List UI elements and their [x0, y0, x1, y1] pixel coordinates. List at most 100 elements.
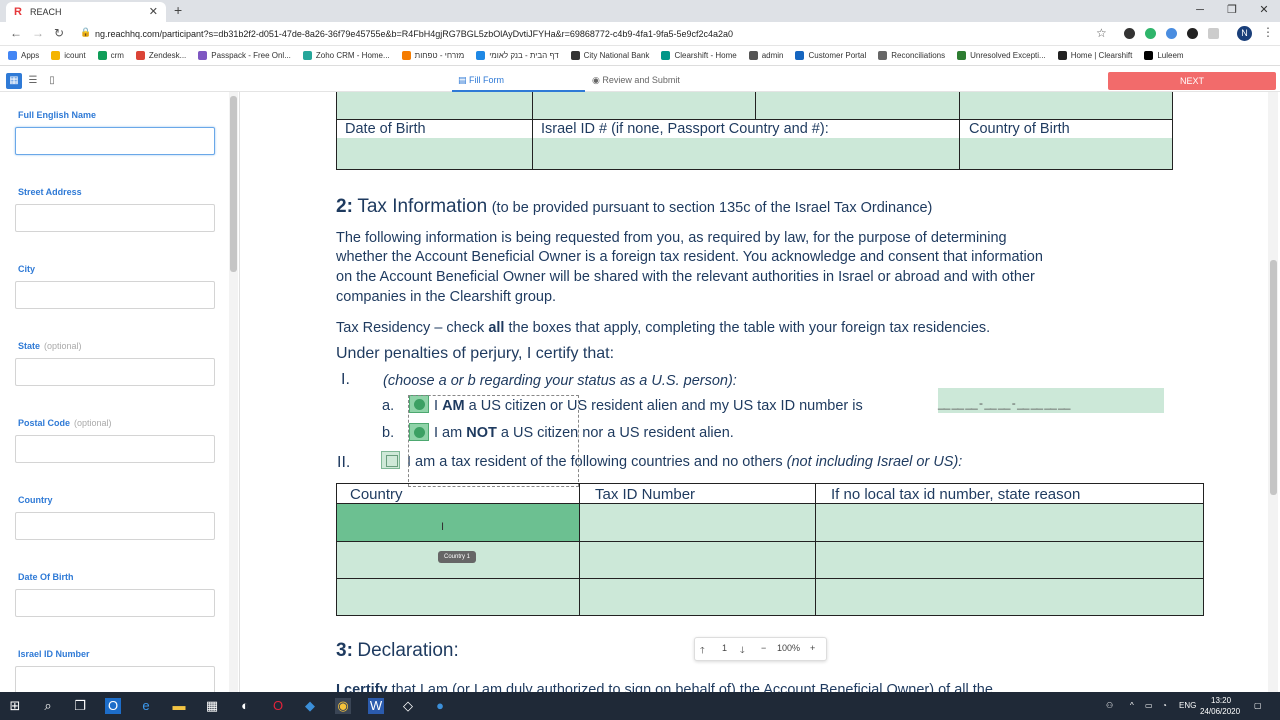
- windows-start-icon[interactable]: ⊞: [7, 698, 23, 714]
- browser-tab[interactable]: R REACH ✕: [6, 2, 166, 22]
- search-icon[interactable]: ⌕: [40, 698, 56, 714]
- bookmark-item[interactable]: Unresolved Excepti...: [957, 51, 1046, 60]
- bookmark-item[interactable]: crm: [97, 51, 124, 60]
- field-input[interactable]: [15, 358, 215, 386]
- tab-review-submit[interactable]: ◉ Review and Submit: [586, 70, 686, 92]
- bookmark-item[interactable]: Reconciliations: [878, 51, 945, 60]
- page-down-icon[interactable]: 🡓: [740, 643, 745, 659]
- window-close-icon[interactable]: ✕: [1248, 0, 1280, 22]
- tab-close-icon[interactable]: ✕: [149, 5, 158, 18]
- zoom-app-icon[interactable]: ●: [432, 698, 448, 714]
- forward-icon[interactable]: →: [32, 26, 44, 40]
- zoom-out-icon[interactable]: −: [761, 643, 766, 653]
- app-icon[interactable]: ◇: [400, 698, 416, 714]
- reload-icon[interactable]: ↻: [54, 26, 64, 40]
- bookmark-favicon-icon: [795, 51, 805, 60]
- field-label-text: State: [18, 341, 41, 351]
- bookmark-item[interactable]: icount: [51, 51, 86, 60]
- field-label: State (optional): [18, 341, 82, 351]
- bookmark-favicon-icon: [748, 51, 758, 60]
- zoom-in-icon[interactable]: +: [810, 643, 815, 653]
- lock-icon[interactable]: 🔒: [80, 27, 91, 38]
- back-icon[interactable]: ←: [10, 26, 22, 40]
- bookmark-item[interactable]: Luleem: [1144, 51, 1184, 60]
- new-tab-icon[interactable]: +: [174, 2, 182, 18]
- tray-chevron-icon[interactable]: ^: [1130, 701, 1134, 710]
- extension-icon[interactable]: [1187, 28, 1198, 39]
- field-label-text: Date Of Birth: [18, 572, 74, 582]
- table-border: [336, 541, 1204, 542]
- tab-title: REACH: [30, 7, 62, 17]
- opera-icon[interactable]: O: [270, 698, 286, 714]
- bookmark-item[interactable]: Apps: [8, 51, 39, 60]
- bookmark-star-icon[interactable]: ☆: [1096, 26, 1107, 40]
- next-button[interactable]: NEXT: [1108, 72, 1276, 90]
- sidebar-scroll-thumb[interactable]: [230, 96, 237, 272]
- dob-row-fill[interactable]: [336, 138, 1173, 169]
- language-indicator[interactable]: ENG: [1179, 701, 1196, 710]
- section-title: Tax Information: [357, 196, 488, 217]
- para-line: whether the Account Beneficial Owner is …: [336, 249, 1043, 265]
- url-field[interactable]: ng.reachhq.com/participant?s=db31b2f2-d0…: [95, 25, 1130, 43]
- chrome-icon[interactable]: ◉: [335, 698, 351, 714]
- minimize-icon[interactable]: ─: [1184, 0, 1216, 22]
- bookmark-item[interactable]: admin: [748, 51, 783, 60]
- document-view-icon[interactable]: ▯: [44, 73, 60, 89]
- field-input[interactable]: [15, 666, 215, 694]
- bookmark-item[interactable]: מזרחי - טפחות: [401, 51, 465, 60]
- split-view-icon[interactable]: ▦: [6, 73, 22, 89]
- browser-menu-icon[interactable]: ⋮: [1262, 25, 1274, 39]
- calculator-icon[interactable]: ▦: [204, 698, 220, 714]
- field-input[interactable]: [15, 589, 215, 617]
- clock-time[interactable]: 13:20: [1211, 696, 1231, 705]
- network-icon[interactable]: ◔: [1162, 701, 1167, 710]
- bookmark-item[interactable]: Clearshift - Home: [661, 51, 737, 60]
- field-input[interactable]: [15, 281, 215, 309]
- word-icon[interactable]: W: [368, 698, 384, 714]
- app-icon[interactable]: ◐: [237, 698, 253, 714]
- bookmark-favicon-icon: [878, 51, 888, 60]
- document-scroll-thumb[interactable]: [1270, 260, 1277, 495]
- tab-fill-form-label: Fill Form: [469, 75, 505, 85]
- restore-icon[interactable]: ❐: [1216, 0, 1248, 22]
- table-border: [336, 483, 1204, 484]
- para-line: on the Account Beneficial Owner will be …: [336, 269, 1035, 285]
- window-controls: ─ ❐ ✕: [1184, 0, 1280, 22]
- form-view-icon[interactable]: ☰: [25, 73, 41, 89]
- bookmark-item[interactable]: Passpack - Free Onl...: [198, 51, 291, 60]
- extension-icon[interactable]: [1166, 28, 1177, 39]
- bookmark-favicon-icon: [51, 51, 61, 60]
- field-input[interactable]: [15, 127, 215, 155]
- profile-avatar[interactable]: N: [1237, 26, 1252, 41]
- bookmark-label: מזרחי - טפחות: [414, 51, 465, 60]
- bookmark-item[interactable]: דף הבית - בנק לאומי: [476, 51, 559, 60]
- tab-fill-form[interactable]: ▤ Fill Form: [452, 70, 585, 92]
- battery-icon[interactable]: ▭: [1145, 701, 1153, 710]
- grammarly-icon[interactable]: [1145, 28, 1156, 39]
- people-icon[interactable]: ⚇: [1106, 701, 1113, 710]
- task-view-icon[interactable]: ❐: [72, 698, 88, 714]
- bookmark-item[interactable]: Zoho CRM - Home...: [302, 51, 390, 60]
- edge-icon[interactable]: e: [138, 698, 154, 714]
- bookmark-item[interactable]: Customer Portal: [795, 51, 866, 60]
- bookmark-item[interactable]: Home | Clearshift: [1057, 51, 1132, 60]
- residency-line: Tax Residency – check all the boxes that…: [336, 320, 990, 336]
- outlook-icon[interactable]: O: [105, 698, 121, 714]
- extension-icon[interactable]: [1124, 28, 1135, 39]
- extension-icon[interactable]: [1208, 28, 1219, 39]
- bookmark-item[interactable]: Zendesk...: [135, 51, 186, 60]
- country-1-field[interactable]: [336, 503, 579, 541]
- section-2-header: 2: Tax Information (to be provided pursu…: [336, 196, 932, 218]
- table-border: [336, 119, 1173, 120]
- tax-resident-checkbox[interactable]: [381, 451, 400, 469]
- field-input[interactable]: [15, 435, 215, 463]
- field-input[interactable]: [15, 204, 215, 232]
- field-input[interactable]: [15, 512, 215, 540]
- app-icon[interactable]: ◆: [302, 698, 318, 714]
- page-number[interactable]: 1: [722, 643, 727, 653]
- file-explorer-icon[interactable]: ▬: [171, 698, 187, 714]
- notifications-icon[interactable]: ▢: [1254, 701, 1262, 710]
- clock-date[interactable]: 24/06/2020: [1200, 707, 1240, 716]
- page-up-icon[interactable]: 🡑: [700, 643, 705, 659]
- bookmark-item[interactable]: City National Bank: [570, 51, 649, 60]
